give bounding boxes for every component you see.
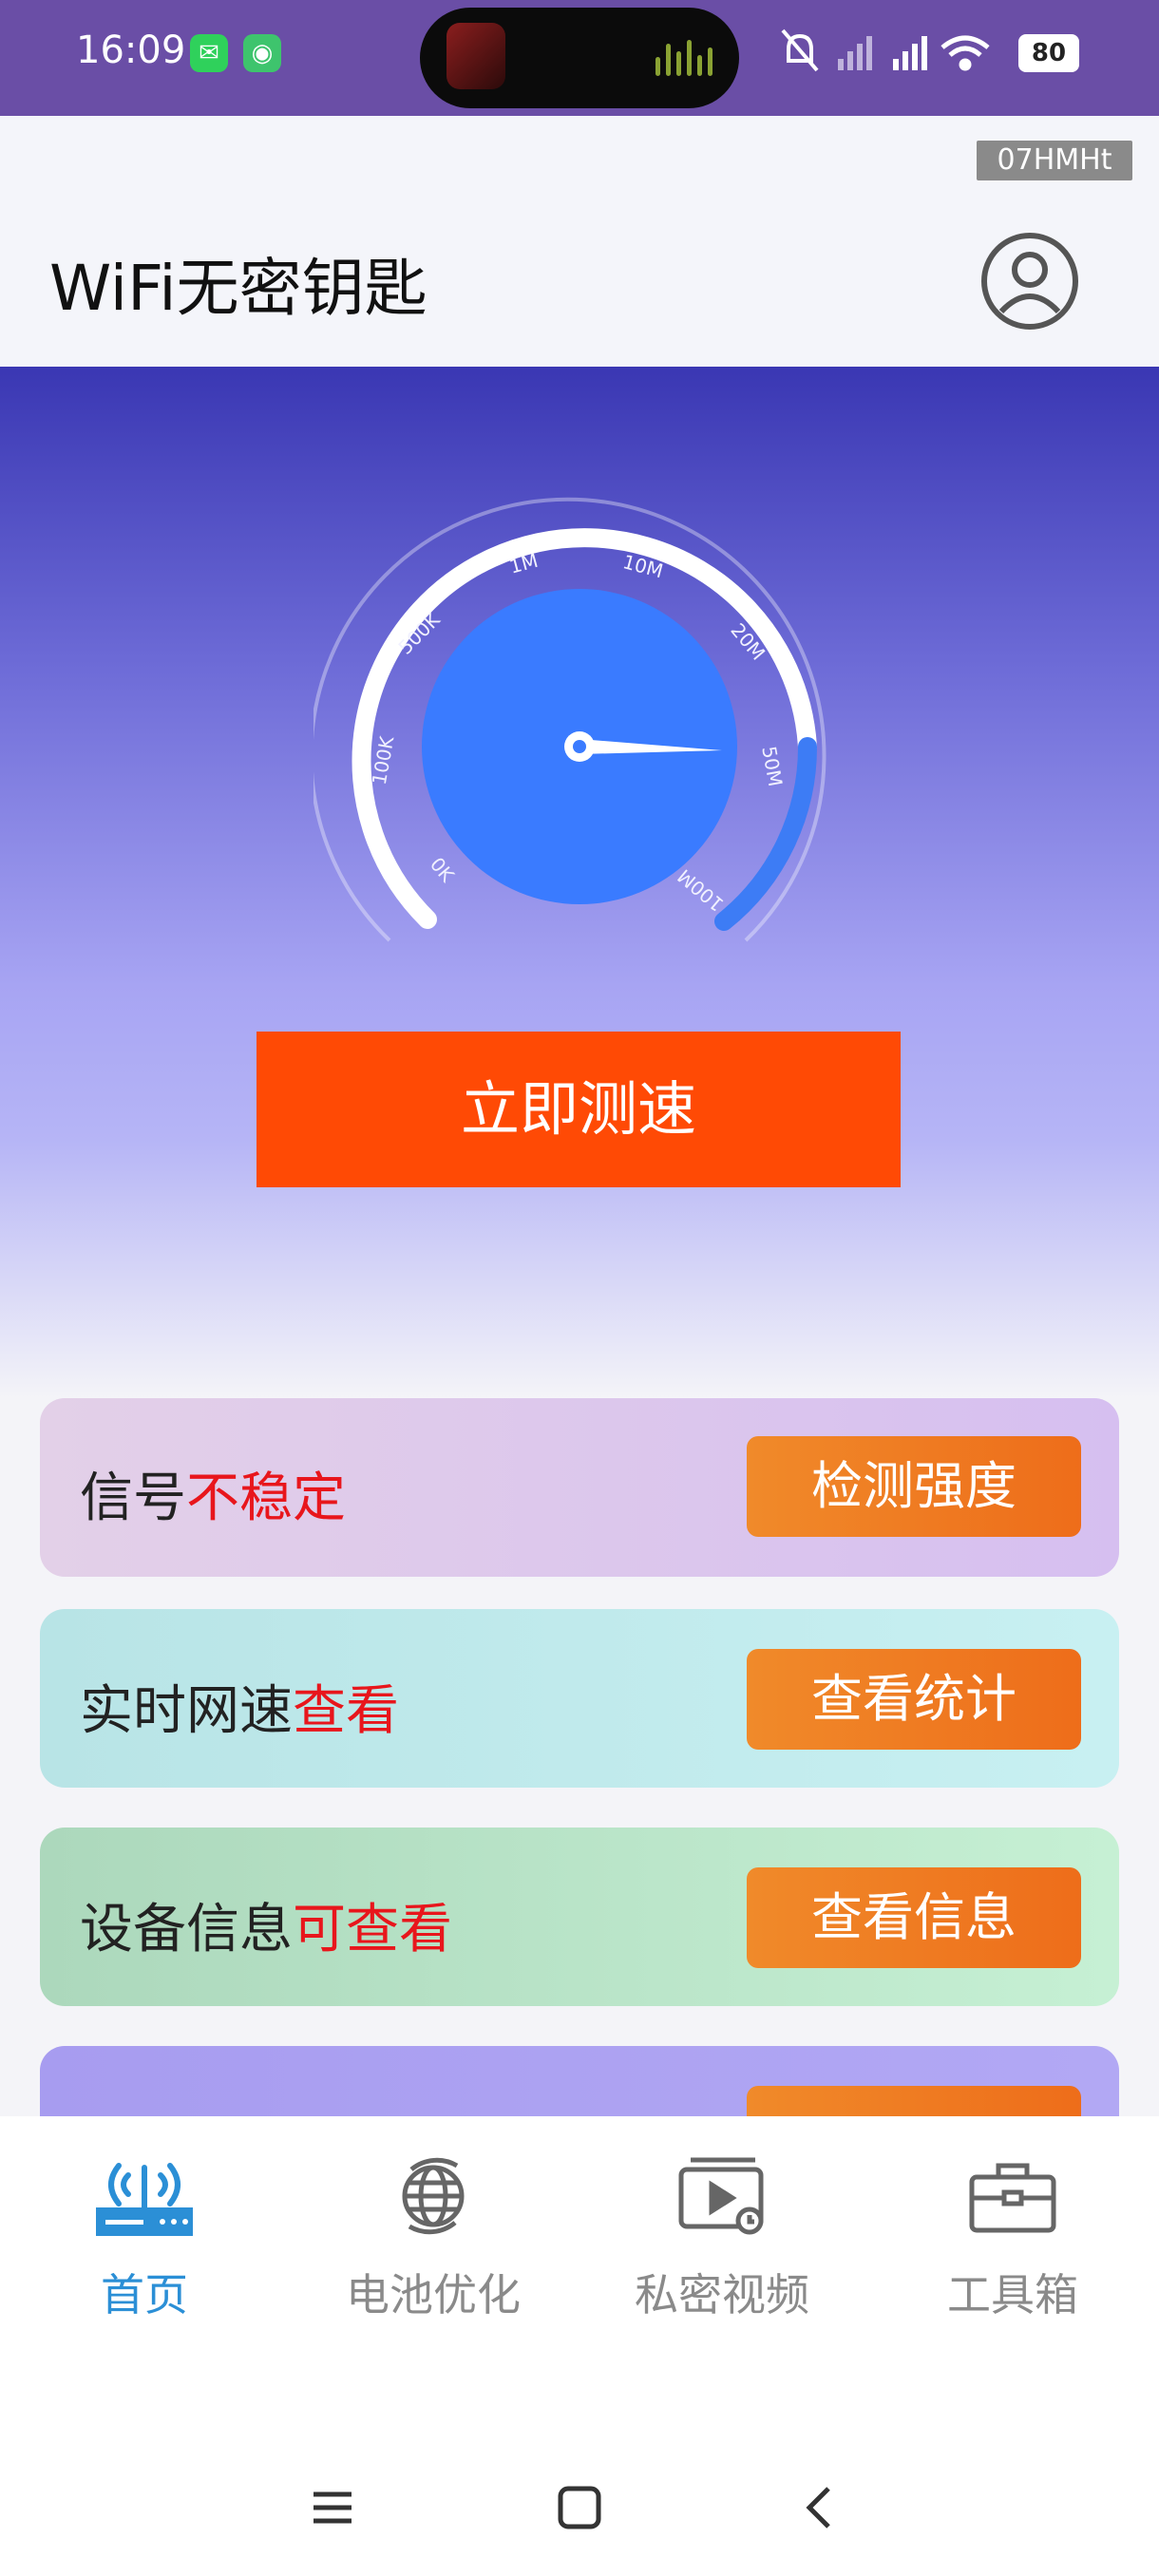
view-stats-button[interactable]: 查看统计 [747,1649,1081,1750]
device-code-badge: 07HMHt [977,141,1132,180]
app-title: WiFi无密钥匙 [49,252,428,325]
gauge-tick-label: 100K [368,734,399,787]
nav-private-video[interactable]: 私密视频 [598,2149,846,2320]
nav-battery-optimize[interactable]: 电池优化 [310,2149,557,2320]
gauge-tick-label: 100M [674,864,729,916]
wifi-icon [940,35,990,71]
media-thumbnail [446,23,505,89]
profile-icon[interactable] [978,230,1081,332]
view-info-button[interactable]: 查看信息 [747,1867,1081,1968]
nav-toolbox-label: 工具箱 [947,2269,1078,2320]
nav-toolbox[interactable]: 工具箱 [889,2149,1136,2320]
router-icon [96,2163,193,2236]
globe-icon [402,2157,465,2235]
mute-icon [781,28,819,72]
realtime-speed-card-label: 实时网速查看 [80,1680,399,1742]
video-icon [678,2157,764,2235]
gauge-tick-label: 0K [426,853,460,887]
status-time: 16:09 [76,28,186,72]
nav-battery-optimize-label: 电池优化 [346,2269,521,2320]
back-icon [806,2487,830,2529]
gauge-tick-label: 50M [757,745,787,788]
wechat-icon: ✉ [190,34,228,72]
device-info-card-label: 设备信息可查看 [80,1899,452,1960]
toolbox-icon [969,2163,1056,2233]
audio-bars-icon [656,38,712,76]
nav-private-video-label: 私密视频 [635,2269,809,2320]
check-strength-button[interactable]: 检测强度 [747,1436,1081,1537]
nav-home[interactable]: 首页 [21,2149,268,2320]
start-speed-test-button[interactable]: 立即测速 [256,1032,901,1187]
speed-gauge: 0K 100K 500K 1M 10M 20M 50M 100M [314,497,826,942]
signal-5g-icon [893,36,927,70]
system-nav-buttons[interactable] [304,2479,874,2536]
android-icon: ◉ [243,34,281,72]
system-navigation-bar [0,2363,1159,2576]
menu-icon [314,2491,352,2524]
home-icon [558,2486,601,2529]
signal-icon [838,36,872,70]
battery-indicator: 80 [1018,34,1079,72]
signal-card-label: 信号不稳定 [80,1468,346,1529]
nav-home-label: 首页 [101,2269,188,2320]
